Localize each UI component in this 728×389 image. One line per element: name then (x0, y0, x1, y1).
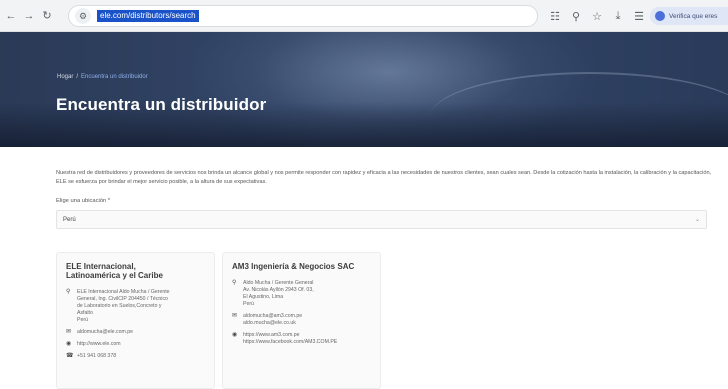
web-link[interactable]: http://www.ele.com (77, 341, 121, 348)
location-select-label: Elige una ubicación * (56, 198, 111, 204)
distributor-address: ⚲ Aldo Mucha / Gerente General Av. Nicol… (232, 280, 371, 308)
distributor-name: AM3 Ingeniería & Negocios SAC (232, 262, 371, 271)
phone-icon: ☎ (66, 353, 74, 359)
address-line: Asfalto (77, 310, 93, 316)
web-link[interactable]: https://www.facebook.com/AM3.COM.PE (243, 339, 337, 346)
browser-actions: ☷ ⚲ ☆ ⤓ ☰ (548, 7, 646, 25)
address-line: Perú (243, 301, 254, 307)
hero-banner (0, 32, 728, 147)
globe-icon: ◉ (66, 341, 72, 347)
breadcrumb: Hogar / Encuentra un distribuidor (57, 74, 148, 80)
intro-paragraph: Nuestra red de distribuidores y proveedo… (56, 169, 716, 187)
zoom-icon[interactable]: ⚲ (569, 7, 583, 25)
address-line: Aldo Mucha / Gerente General (243, 280, 314, 286)
email-link[interactable]: aldomucha@am3.com.pe (243, 313, 302, 320)
address-line: ELE Internacional Aldo Mucha / Gerente (77, 289, 170, 295)
address-line: Av. Nicolás Ayllón 2943 Of. 03, (243, 287, 314, 293)
distributor-address: ⚲ ELE Internacional Aldo Mucha / Gerente… (66, 289, 205, 324)
phone-link[interactable]: +51 941 068 378 (77, 353, 116, 360)
envelope-icon: ✉ (232, 313, 238, 319)
forward-arrow-icon[interactable]: → (22, 9, 36, 23)
address-line: General, Ing. CivilCIP 204450 / Técnico (77, 296, 168, 302)
translate-icon[interactable]: ☷ (548, 7, 562, 25)
profile-label: Verifica que eres (669, 12, 718, 20)
map-pin-icon: ⚲ (232, 280, 237, 286)
distributor-email: ✉ aldomucha@am3.com.pe aldo.mucha@ele.co… (232, 313, 371, 327)
site-info-icon[interactable]: ⚙ (75, 8, 91, 24)
distributor-email: ✉ aldomucha@ele.com.pe (66, 329, 205, 336)
browser-toolbar: ← → ↻ ⚙ ele.com/distributors/search ☷ ⚲ … (0, 0, 728, 32)
web-link[interactable]: https://www.am3.com.pe (243, 332, 337, 339)
breadcrumb-home[interactable]: Hogar (57, 74, 73, 80)
address-bar[interactable]: ⚙ ele.com/distributors/search (68, 5, 538, 27)
chevron-down-icon: ⌄ (694, 217, 700, 223)
globe-icon: ◉ (232, 332, 238, 338)
distributor-web: ◉ https://www.am3.com.pe https://www.fac… (232, 332, 371, 346)
distributor-name-line-1: ELE Internacional, (66, 262, 136, 271)
address-line: Perú (77, 317, 88, 323)
location-select[interactable]: Perú ⌄ (56, 210, 707, 229)
distributor-card: AM3 Ingeniería & Negocios SAC ⚲ Aldo Muc… (222, 252, 381, 389)
distributor-name-line-1: AM3 Ingeniería & Negocios SAC (232, 262, 355, 271)
distributor-name: ELE Internacional, Latinoamérica y el Ca… (66, 262, 205, 280)
distributor-web: ◉ http://www.ele.com (66, 341, 205, 348)
intro-line-1: Nuestra red de distribuidores y proveedo… (56, 170, 556, 176)
distributor-card: ELE Internacional, Latinoamérica y el Ca… (56, 252, 215, 389)
email-link[interactable]: aldomucha@ele.com.pe (77, 329, 133, 336)
location-select-value: Perú (63, 216, 76, 223)
envelope-icon: ✉ (66, 329, 72, 335)
profile-verify-pill[interactable]: Verifica que eres (650, 7, 728, 25)
extensions-icon[interactable]: ☰ (632, 7, 646, 25)
back-arrow-icon[interactable]: ← (4, 9, 18, 23)
reload-icon[interactable]: ↻ (40, 9, 54, 23)
breadcrumb-separator: / (76, 74, 79, 80)
address-line: El Agustino, Lima (243, 294, 284, 300)
profile-avatar-icon (655, 11, 665, 21)
map-pin-icon: ⚲ (66, 289, 71, 295)
star-icon[interactable]: ☆ (590, 7, 604, 25)
download-icon[interactable]: ⤓ (611, 7, 625, 25)
url-text[interactable]: ele.com/distributors/search (97, 10, 199, 22)
breadcrumb-current: Encuentra un distribuidor (81, 74, 148, 80)
distributor-phone: ☎ +51 941 068 378 (66, 353, 205, 360)
page-title: Encuentra un distribuidor (56, 95, 267, 114)
email-link[interactable]: aldo.mucha@ele.co.uk (243, 320, 302, 327)
distributor-name-line-2: Latinoamérica y el Caribe (66, 271, 163, 280)
address-line: de Laboratorio en Suelos,Concreto y (77, 303, 162, 309)
